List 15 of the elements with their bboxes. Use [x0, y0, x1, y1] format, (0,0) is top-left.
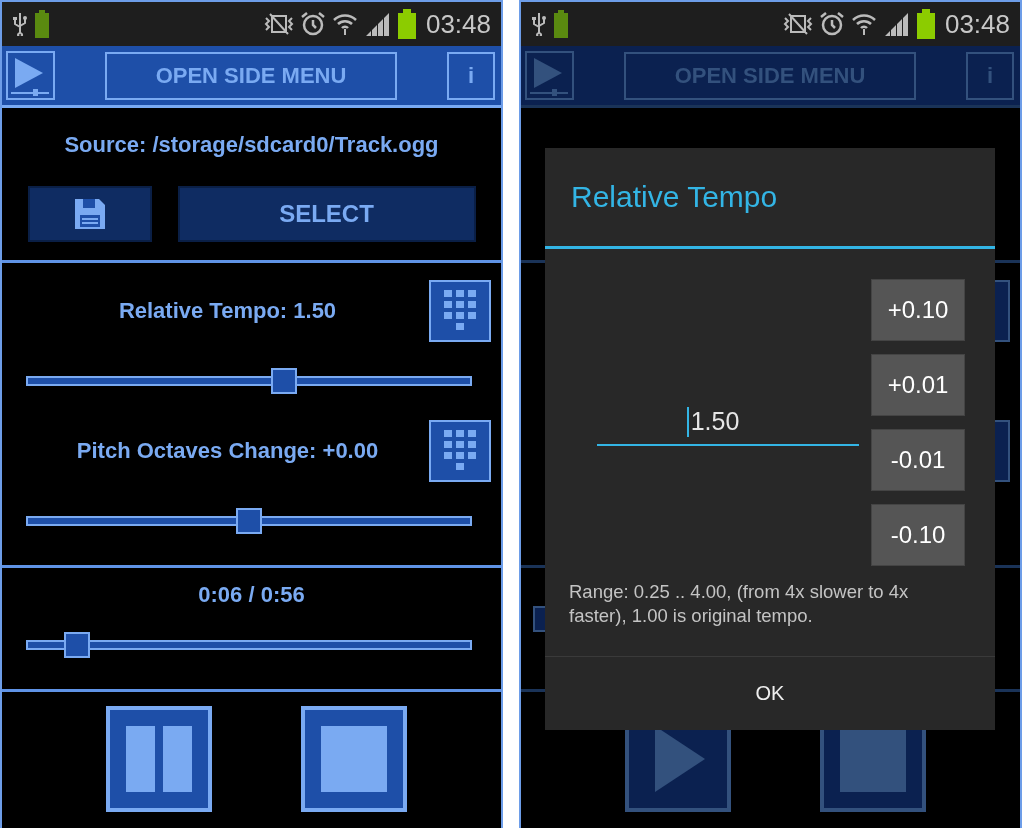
step-button[interactable]: -0.10 — [871, 504, 965, 566]
dialog-hint: Range: 0.25 .. 4.00, (from 4x slower to 4x faster), 1.00 is original tempo. — [545, 566, 995, 657]
ok-button[interactable]: OK — [545, 657, 995, 730]
step-button[interactable]: +0.10 — [871, 279, 965, 341]
select-button[interactable]: SELECT — [177, 186, 476, 242]
status-time: 03:48 — [944, 8, 1010, 40]
slider-label: Pitch Octaves Change: +0.00 — [75, 438, 380, 464]
step-button[interactable]: +0.01 — [871, 354, 965, 416]
slider-label: Relative Tempo: 1.50 — [117, 298, 338, 324]
step-button[interactable]: -0.01 — [871, 429, 965, 491]
source-path: Source: /storage/sdcard0/Track.ogg — [64, 132, 439, 158]
value-input[interactable]: 1.50 — [597, 399, 859, 446]
dialog-title: Relative Tempo — [545, 148, 995, 249]
time-position: 0:06 / 0:56 — [197, 582, 306, 608]
status-time: 03:48 — [425, 8, 491, 40]
